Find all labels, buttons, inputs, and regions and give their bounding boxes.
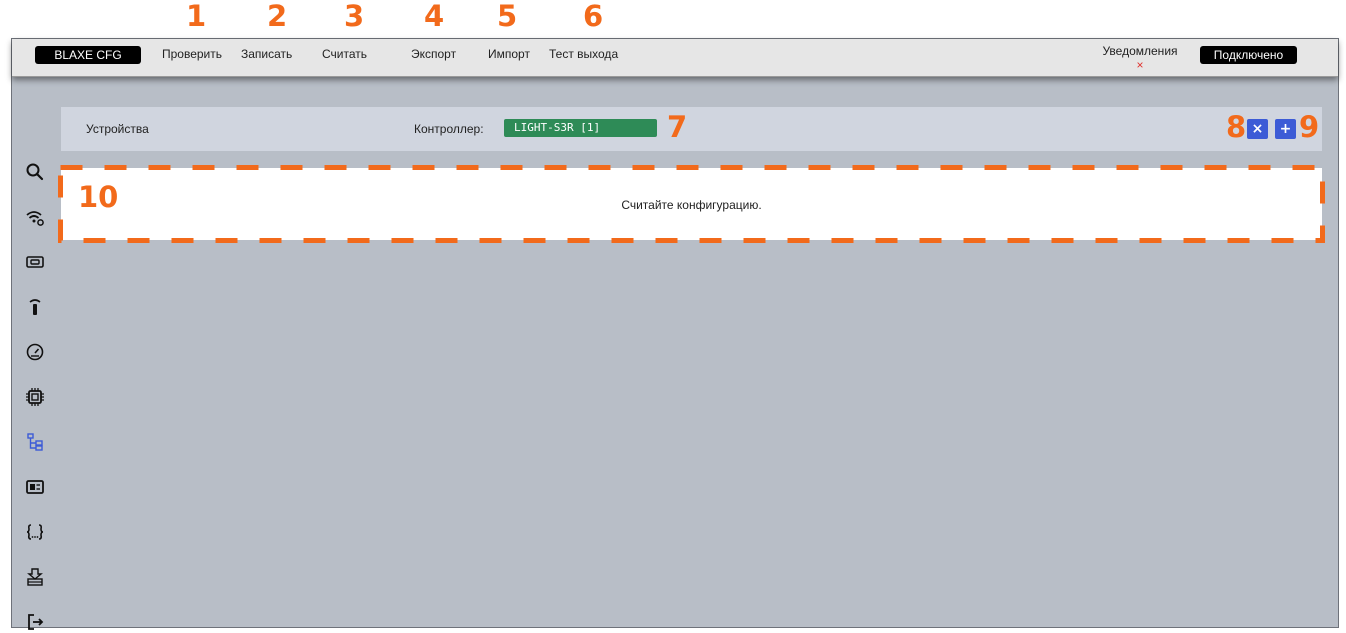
search-icon[interactable] — [24, 161, 46, 183]
callout-2: 2 — [267, 0, 288, 33]
callout-9: 9 — [1299, 110, 1320, 144]
read-button[interactable]: Считать — [322, 46, 367, 62]
top-toolbar: BLAXE CFG Проверить Записать Считать Экс… — [12, 39, 1338, 77]
devices-bar: Устройства Контроллер: LIGHT-S3R [1] 7 8… — [61, 107, 1322, 151]
remove-device-button[interactable]: × — [1247, 119, 1268, 139]
app-window: BLAXE CFG Проверить Записать Считать Экс… — [11, 38, 1339, 630]
callout-8: 8 — [1226, 110, 1247, 144]
callout-6: 6 — [583, 0, 604, 33]
remote-icon[interactable] — [24, 296, 46, 318]
notifications-label: Уведомления — [1102, 44, 1178, 58]
callout-7: 7 — [667, 110, 688, 144]
tree-structure-icon[interactable] — [24, 431, 46, 453]
notifications-button[interactable]: Уведомления × — [1100, 44, 1180, 71]
upload-box-icon[interactable] — [24, 566, 46, 588]
display-icon[interactable] — [24, 476, 46, 498]
id-card-icon[interactable] — [24, 251, 46, 273]
output-test-button[interactable]: Тест выхода — [549, 46, 618, 62]
config-empty-message: Считайте конфигурацию. — [621, 198, 762, 212]
controller-select[interactable]: LIGHT-S3R [1] — [504, 119, 657, 137]
controller-label: Контроллер: — [414, 122, 484, 136]
logout-icon[interactable] — [24, 611, 46, 633]
wifi-settings-icon[interactable] — [24, 206, 46, 228]
callout-10: 10 — [78, 180, 119, 214]
export-button[interactable]: Экспорт — [411, 46, 456, 62]
callout-4: 4 — [424, 0, 445, 33]
connection-status-badge: Подключено — [1200, 46, 1297, 64]
chip-icon[interactable] — [24, 386, 46, 408]
config-panel: Считайте конфигурацию. 10 — [61, 168, 1322, 240]
import-button[interactable]: Импорт — [488, 46, 530, 62]
notification-error-icon: × — [1136, 58, 1144, 72]
app-logo: BLAXE CFG — [35, 46, 141, 64]
write-button[interactable]: Записать — [241, 46, 292, 62]
callout-1: 1 — [186, 0, 207, 33]
callout-3: 3 — [344, 0, 365, 33]
add-device-button[interactable]: + — [1275, 119, 1296, 139]
devices-title: Устройства — [86, 122, 149, 136]
check-button[interactable]: Проверить — [162, 46, 222, 62]
callout-5: 5 — [497, 0, 518, 33]
gauge-icon[interactable] — [24, 341, 46, 363]
braces-icon[interactable] — [24, 521, 46, 543]
